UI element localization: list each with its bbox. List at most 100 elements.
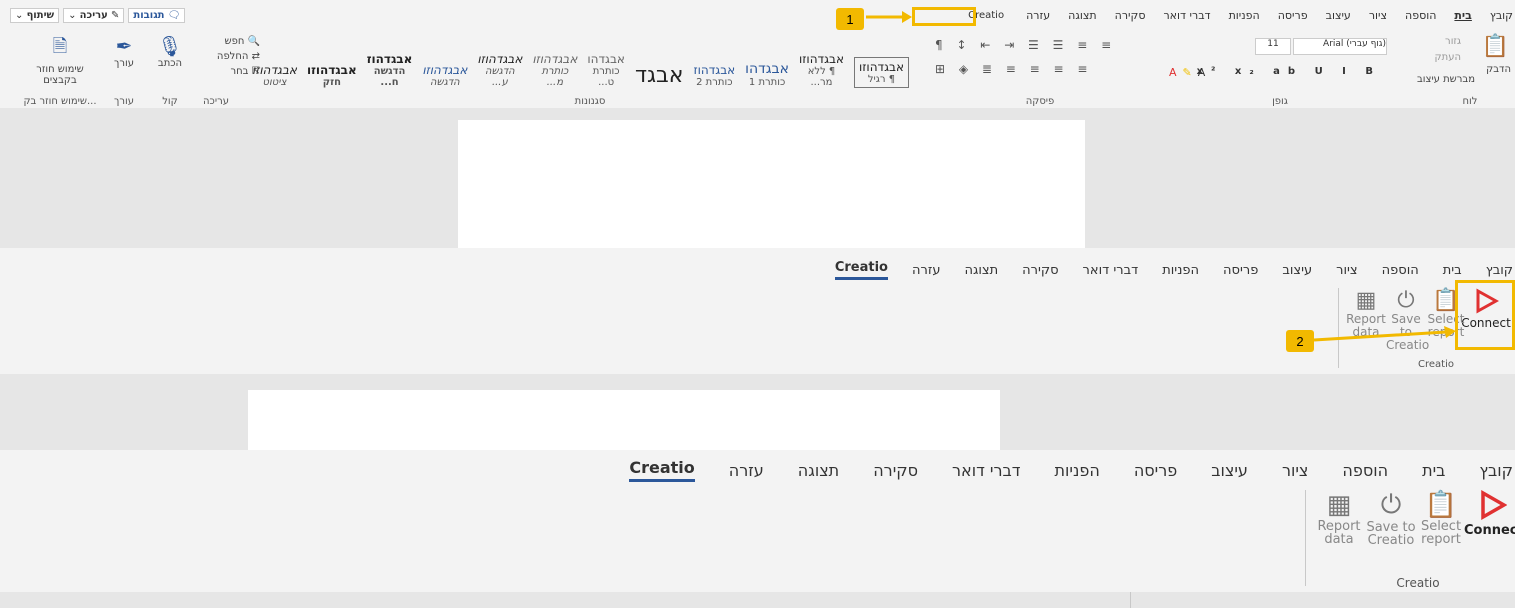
style-no-spacing[interactable]: אבגדהוזו ¶ ללא מר...: [799, 52, 844, 88]
replace-button[interactable]: ⇄ החלפה: [200, 51, 260, 62]
style-intense-emphasis-2-preview: אבגדהוז: [366, 52, 413, 66]
document-page-2[interactable]: [248, 390, 1000, 450]
tab-mailings-3[interactable]: דברי דואר: [952, 461, 1021, 480]
style-intense-emphasis-1-preview: אבגדהוזו: [477, 52, 523, 66]
paragraph-group-title: פיסקה: [1025, 96, 1055, 107]
paragraph-row-1: ¶ ↕ ⇤ ⇥ ☰ ☰ ≡ ≡: [935, 38, 1117, 52]
tab-design-2[interactable]: עיצוב: [1282, 263, 1312, 278]
style-strong-preview: אבגדהוזו: [306, 63, 357, 77]
tab-draw-3[interactable]: ציור: [1282, 461, 1308, 480]
tab-file-3[interactable]: קובץ: [1479, 461, 1513, 480]
reuse-files-button[interactable]: 🗎 שימוש חוזר בקבצים: [30, 34, 90, 86]
tab-draw[interactable]: ציור: [1369, 9, 1387, 22]
find-button[interactable]: 🔍 חפש: [200, 36, 260, 47]
style-heading-2[interactable]: אבגדהוז כותרת 2: [693, 63, 735, 88]
font-name-select[interactable]: (גוף עברי) Arial: [1293, 38, 1387, 55]
style-title[interactable]: אבגד: [635, 63, 684, 88]
top-left-buttons: ⌄ שיתוף ⌄ עריכה ✎ תגובות 🗨: [10, 8, 186, 23]
tab-view[interactable]: תצוגה: [1068, 9, 1096, 22]
style-no-spacing-preview: אבגדהוזו: [799, 52, 844, 66]
style-subtle-emphasis[interactable]: אבגדהוזו כותרת מ...: [532, 52, 577, 88]
connect-button-3[interactable]: Connect: [1464, 489, 1515, 537]
tab-references-3[interactable]: הפניות: [1055, 461, 1100, 480]
format-painter-button[interactable]: מברשת עיצוב: [1417, 74, 1475, 85]
tab-creatio-2[interactable]: Creatio: [834, 260, 888, 280]
callout-2: 2: [1286, 330, 1314, 352]
clipboard-icon[interactable]: 📋: [1482, 34, 1509, 59]
tab-mailings[interactable]: דברי דואר: [1163, 9, 1210, 22]
copy-button[interactable]: העתק: [1435, 52, 1461, 63]
editor-button[interactable]: ✒ עורך: [104, 34, 144, 69]
creatio-group-title-2: Creatio: [1418, 359, 1454, 370]
save-to-creatio-button-3[interactable]: ⏻ Save to Creatio: [1366, 490, 1416, 547]
arrow-2-icon: [1313, 326, 1456, 342]
dictate-button[interactable]: 🎙 הכתב: [150, 34, 190, 69]
tab-file-2[interactable]: קובץ: [1486, 263, 1513, 278]
style-emphasis[interactable]: אבגדהוזו הדגשה: [422, 63, 467, 88]
tab-creatio-3[interactable]: Creatio: [629, 458, 695, 482]
tab-home-2[interactable]: בית: [1443, 263, 1462, 278]
style-subtitle[interactable]: אבגדהו כותרת ט...: [587, 52, 625, 88]
tab-layout[interactable]: פריסה: [1278, 9, 1308, 22]
tab-insert[interactable]: הוספה: [1405, 9, 1436, 22]
style-normal[interactable]: אבגדהוזו ¶ רגיל: [854, 57, 909, 88]
style-emphasis-name: הדגשה: [429, 77, 460, 88]
document-page-1[interactable]: [458, 120, 1085, 248]
tab-review-3[interactable]: סקירה: [873, 461, 918, 480]
tab-review-2[interactable]: סקירה: [1022, 263, 1058, 278]
report-grid-icon-3: ▦: [1326, 490, 1352, 520]
style-intense-emphasis-2-name: הדגשה ח...: [373, 66, 406, 88]
paste-button[interactable]: הדבק: [1486, 64, 1511, 75]
arrow-1-icon: [866, 11, 912, 23]
tab-insert-3[interactable]: הוספה: [1342, 461, 1388, 480]
tab-view-2[interactable]: תצוגה: [964, 263, 998, 278]
share-label: שיתוף: [26, 10, 55, 21]
tab-design[interactable]: עיצוב: [1326, 9, 1351, 22]
edit-button[interactable]: ⌄ עריכה ✎: [63, 8, 125, 23]
ribbon-tabs-row-3: קובץ בית הוספה ציור עיצוב פריסה הפניות ד…: [629, 458, 1513, 482]
select-button[interactable]: ⇱ בחר: [200, 66, 260, 77]
tab-review[interactable]: סקירה: [1115, 9, 1146, 22]
clipboard-group-title: לוח: [1462, 96, 1478, 107]
tab-help[interactable]: עזרה: [1026, 9, 1050, 22]
editor-label: עורך: [114, 58, 134, 69]
tab-insert-2[interactable]: הוספה: [1382, 263, 1419, 278]
creatio-tab-highlight-1: [912, 7, 976, 26]
tab-references[interactable]: הפניות: [1229, 9, 1260, 22]
tab-help-3[interactable]: עזרה: [729, 461, 764, 480]
comments-button[interactable]: תגובות 🗨: [128, 8, 186, 23]
font-size-select[interactable]: 11: [1255, 38, 1291, 55]
style-heading-1[interactable]: אבגדהו כותרת 1: [745, 61, 789, 88]
tab-layout-3[interactable]: פריסה: [1134, 461, 1177, 480]
styles-group-title: סגנונות: [574, 96, 606, 107]
font-color-buttons: A✎A: [1169, 66, 1212, 79]
save-to-creatio-line2-3: Creatio: [1367, 533, 1415, 548]
canvas-gray-3: [0, 592, 1515, 608]
tab-home[interactable]: בית: [1454, 9, 1471, 22]
editing-group: 🔍 חפש ⇄ החלפה ⇱ בחר: [200, 36, 260, 90]
cut-button[interactable]: גזור: [1445, 36, 1461, 47]
tab-help-2[interactable]: עזרה: [912, 263, 940, 278]
style-heading-1-preview: אבגדהו: [745, 61, 789, 77]
tab-home-3[interactable]: בית: [1422, 461, 1445, 480]
tab-file[interactable]: קובץ: [1490, 9, 1513, 22]
style-subtitle-preview: אבגדהו: [587, 52, 625, 66]
font-group-title: גופן: [1272, 96, 1288, 107]
share-button[interactable]: ⌄ שיתוף: [10, 8, 60, 23]
reuse-files-label: שימוש חוזר בקבצים: [36, 64, 84, 86]
comments-label: תגובות: [133, 10, 165, 21]
style-intense-emphasis-2[interactable]: אבגדהוז הדגשה ח...: [367, 52, 413, 88]
tab-draw-2[interactable]: ציור: [1336, 263, 1358, 278]
tab-design-3[interactable]: עיצוב: [1211, 461, 1248, 480]
select-report-button-3[interactable]: 📋 Select report: [1418, 490, 1464, 546]
tab-view-3[interactable]: תצוגה: [798, 461, 839, 480]
style-intense-emphasis-1[interactable]: אבגדהוזו הדגשה ע...: [477, 52, 522, 88]
ribbon-panel-2: קובץ בית הוספה ציור עיצוב פריסה הפניות ד…: [0, 248, 1515, 374]
ribbon-tabs-row-2: קובץ בית הוספה ציור עיצוב פריסה הפניות ד…: [834, 260, 1513, 280]
clipboard-check-icon-3: 📋: [1424, 490, 1458, 520]
tab-references-2[interactable]: הפניות: [1162, 263, 1199, 278]
style-strong[interactable]: אבגדהוזו חזק: [307, 63, 357, 88]
report-data-button-3[interactable]: ▦ Report data: [1314, 490, 1364, 546]
tab-layout-2[interactable]: פריסה: [1223, 263, 1258, 278]
tab-mailings-2[interactable]: דברי דואר: [1083, 263, 1139, 278]
